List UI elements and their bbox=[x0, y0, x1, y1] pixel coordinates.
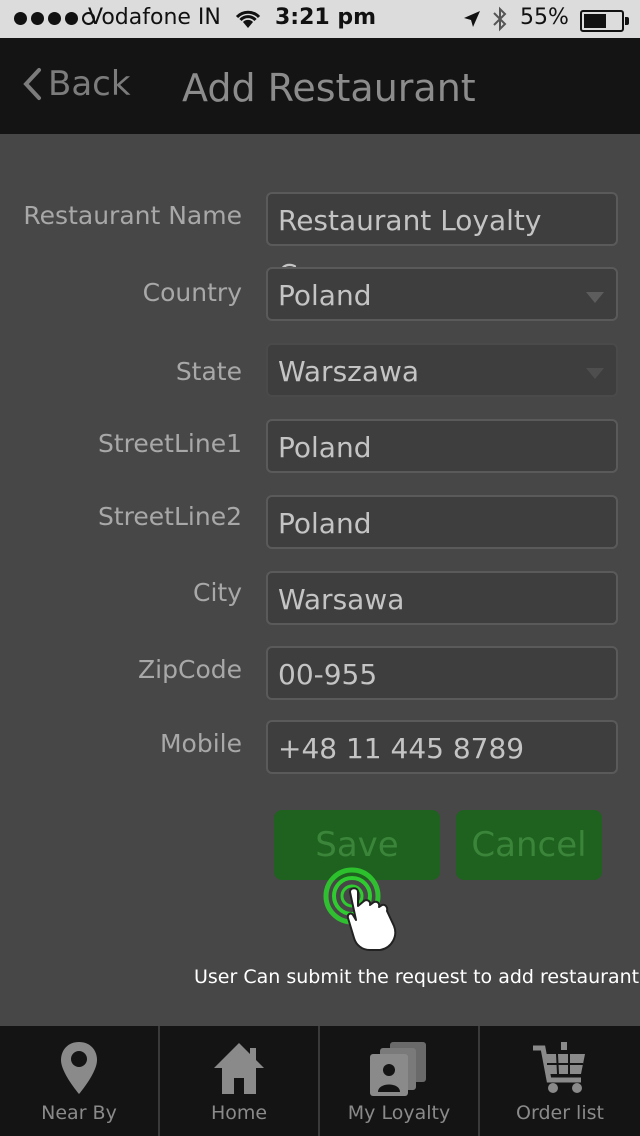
tap-gesture-icon bbox=[322, 866, 406, 954]
back-label: Back bbox=[48, 64, 131, 104]
dropdown-arrow-icon bbox=[586, 368, 604, 379]
tab-bar: Near By Home My Loyalty Order list bbox=[0, 1026, 640, 1136]
navigation-bar: Back Add Restaurant bbox=[0, 38, 640, 134]
loyalty-cards-icon bbox=[368, 1040, 430, 1102]
bluetooth-icon bbox=[492, 6, 508, 38]
street-line2-field[interactable]: Poland bbox=[266, 495, 618, 549]
dropdown-arrow-icon bbox=[586, 292, 604, 303]
street-line2-label: StreetLine2 bbox=[98, 502, 242, 531]
tab-order-list[interactable]: Order list bbox=[480, 1026, 640, 1136]
tab-label: My Loyalty bbox=[347, 1102, 451, 1124]
page-title: Add Restaurant bbox=[182, 66, 476, 110]
zipcode-label: ZipCode bbox=[138, 655, 242, 684]
zipcode-field[interactable]: 00-955 bbox=[266, 646, 618, 700]
carrier-name: Vodafone IN bbox=[88, 5, 221, 30]
back-button[interactable]: Back bbox=[22, 64, 131, 104]
location-pin-icon bbox=[59, 1040, 99, 1100]
status-bar: Vodafone IN 3:21 pm 55% bbox=[0, 0, 640, 38]
country-label: Country bbox=[142, 278, 242, 307]
mobile-field[interactable]: +48 11 445 8789 bbox=[266, 720, 618, 774]
tab-home[interactable]: Home bbox=[160, 1026, 320, 1136]
city-label: City bbox=[193, 578, 242, 607]
restaurant-name-label: Restaurant Name bbox=[23, 201, 242, 230]
tab-near-by[interactable]: Near By bbox=[0, 1026, 160, 1136]
battery-percentage: 55% bbox=[520, 5, 569, 30]
mobile-label: Mobile bbox=[159, 729, 242, 758]
chevron-left-icon bbox=[23, 68, 41, 100]
hint-text: User Can submit the request to add resta… bbox=[194, 966, 640, 988]
tab-label: Order list bbox=[516, 1102, 604, 1124]
clock: 3:21 pm bbox=[275, 5, 377, 30]
state-value: Warszawa bbox=[278, 355, 420, 388]
street-line1-field[interactable]: Poland bbox=[266, 419, 618, 473]
wifi-icon bbox=[234, 9, 262, 35]
signal-strength-icon bbox=[14, 12, 95, 26]
city-field[interactable]: Warsawa bbox=[266, 571, 618, 625]
restaurant-name-field[interactable]: Restaurant Loyalty Camp bbox=[266, 192, 618, 291]
country-select[interactable]: Poland bbox=[266, 267, 618, 321]
battery-icon bbox=[580, 10, 629, 32]
cancel-button[interactable]: Cancel bbox=[456, 810, 602, 880]
tab-label: Home bbox=[210, 1102, 268, 1124]
tab-label: Near By bbox=[41, 1102, 117, 1124]
country-value: Poland bbox=[278, 279, 372, 312]
state-select[interactable]: Warszawa bbox=[266, 343, 618, 397]
cart-icon bbox=[531, 1040, 589, 1100]
street-line1-label: StreetLine1 bbox=[98, 429, 242, 458]
location-arrow-icon bbox=[462, 9, 482, 35]
state-label: State bbox=[175, 357, 242, 386]
home-icon bbox=[211, 1040, 267, 1100]
tab-my-loyalty[interactable]: My Loyalty bbox=[320, 1026, 480, 1136]
